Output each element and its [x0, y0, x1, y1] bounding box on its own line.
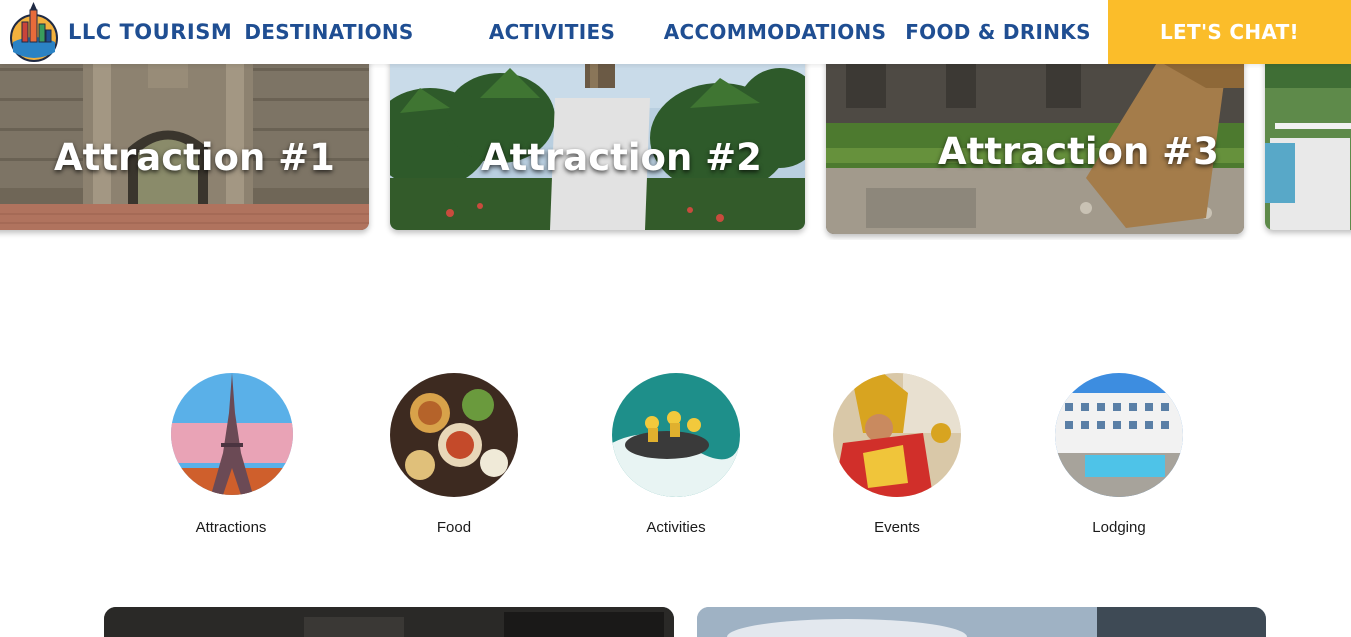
lodging-thumbnail	[1055, 373, 1183, 497]
nav-link-accommodations[interactable]: ACCOMMODATIONS	[664, 0, 886, 64]
nav-link-destinations[interactable]: DESTINATIONS	[244, 0, 414, 64]
category-label: Attractions	[195, 519, 267, 536]
brand-home-link[interactable]: LLC TOURISM	[8, 0, 232, 64]
category-food[interactable]: Food	[364, 373, 544, 543]
category-label: Food	[436, 519, 472, 536]
category-lodging[interactable]: Lodging	[1029, 373, 1209, 543]
slide-title: Attraction #2	[481, 136, 762, 179]
category-activities[interactable]: Activities	[586, 373, 766, 543]
featured-card-1[interactable]	[104, 607, 674, 637]
top-navigation: LLC TOURISM DESTINATIONS ACTIVITIES ACCO…	[0, 0, 1351, 64]
category-label: Events	[874, 519, 920, 536]
food-thumbnail	[390, 373, 518, 497]
activities-thumbnail	[612, 373, 740, 497]
attractions-thumbnail	[171, 373, 293, 495]
nav-link-food-drinks[interactable]: FOOD & DRINKS	[905, 0, 1090, 64]
brand-name: LLC TOURISM	[68, 20, 233, 44]
category-label: Lodging	[1092, 519, 1146, 536]
featured-card-2-image	[697, 607, 1266, 637]
category-label: Activities	[646, 519, 706, 536]
category-events[interactable]: Events	[807, 373, 987, 543]
nav-link-activities[interactable]: ACTIVITIES	[478, 0, 626, 64]
lets-chat-button[interactable]: LET'S CHAT!	[1108, 0, 1351, 64]
slide-title: Attraction #3	[938, 130, 1219, 173]
featured-card-2[interactable]	[697, 607, 1266, 637]
llc-tourism-logo-icon	[10, 2, 58, 62]
events-thumbnail	[833, 373, 961, 497]
category-attractions[interactable]: Attractions	[141, 373, 321, 543]
featured-card-1-image	[104, 607, 674, 637]
slide-title: Attraction #1	[54, 136, 335, 179]
